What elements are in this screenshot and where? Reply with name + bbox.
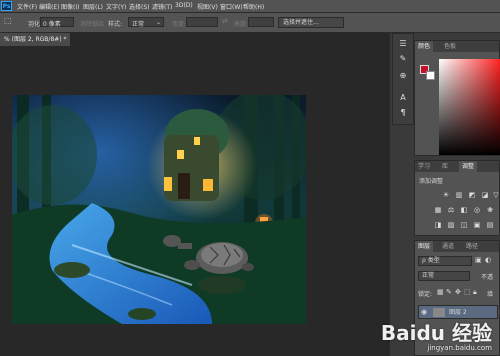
marquee-tool-icon[interactable]: ⬚ <box>4 16 12 25</box>
canvas-image[interactable] <box>12 95 306 324</box>
hue-saturation-icon[interactable]: ▦ <box>433 206 443 215</box>
gradient-map-icon[interactable]: ▤ <box>485 221 495 230</box>
menu-layer[interactable]: 图层(L) <box>83 2 103 11</box>
lock-brush-icon[interactable]: ✎ <box>446 288 452 296</box>
menu-file[interactable]: 文件(F) <box>17 2 37 11</box>
tab-learn[interactable]: 学习 <box>415 161 433 172</box>
lock-label: 锁定: <box>418 291 433 298</box>
visibility-eye-icon[interactable]: ◉ <box>421 308 427 316</box>
posterize-icon[interactable]: ▨ <box>446 221 456 230</box>
vibrance-icon[interactable]: ▽ <box>491 191 500 200</box>
style-dropdown[interactable]: 正常 ⌄ <box>128 17 164 28</box>
layer-thumbnail <box>433 308 445 317</box>
antialias-checkbox[interactable]: 消除锯齿 <box>80 19 104 28</box>
curves-icon[interactable]: ◩ <box>467 191 477 200</box>
tab-layers[interactable]: 图层 <box>415 241 434 252</box>
tab-paths[interactable]: 路径 <box>463 241 481 252</box>
lock-position-icon[interactable]: ✥ <box>455 288 461 296</box>
lock-artboard-icon[interactable]: ⬚ <box>464 288 471 296</box>
height-label: 高度: <box>234 21 249 28</box>
blend-mode-dropdown[interactable]: 正常 <box>418 271 470 281</box>
layer-kind-label: ρ 类型 <box>422 257 440 264</box>
layer-name: 图层 2 <box>449 309 467 316</box>
menu-help[interactable]: 帮助(H) <box>243 2 264 11</box>
menu-bar: Ps 文件(F) 编辑(E) 图像(I) 图层(L) 文字(Y) 选择(S) 滤… <box>0 0 500 13</box>
paragraph-icon[interactable]: ¶ <box>396 107 410 119</box>
character-icon[interactable]: A <box>396 92 410 104</box>
swap-icon[interactable]: ⇄ <box>222 17 228 25</box>
clone-source-icon[interactable]: ⊕ <box>396 70 410 82</box>
layer-row-selected[interactable]: ◉ 图层 2 <box>418 305 498 319</box>
background-color-swatch[interactable] <box>426 71 435 80</box>
fill-label: 填 <box>487 291 494 298</box>
menu-select[interactable]: 选择(S) <box>129 2 150 11</box>
menu-filter[interactable]: 滤镜(T) <box>152 2 172 11</box>
height-input[interactable] <box>248 17 274 27</box>
history-icon[interactable]: ☰ <box>396 38 410 50</box>
color-balance-icon[interactable]: ⚖ <box>446 206 456 215</box>
levels-icon[interactable]: ▥ <box>454 191 464 200</box>
document-tab-label: % (图层 2, RGB/8#) * <box>4 36 67 43</box>
baidu-jingyan-logo: Baidu 经验 <box>380 321 492 345</box>
menu-3d[interactable]: 3D(D) <box>175 2 193 9</box>
feather-input[interactable]: 0 像素 <box>40 17 74 28</box>
width-input[interactable] <box>186 17 218 27</box>
photoshop-logo: Ps <box>1 1 12 11</box>
watermark-url: jingyan.baidu.com <box>427 344 492 352</box>
photo-filter-icon[interactable]: ◎ <box>472 206 482 215</box>
tab-libraries[interactable]: 库 <box>439 161 451 172</box>
selective-color-icon[interactable]: ▣ <box>472 221 482 230</box>
layer-kind-filter[interactable]: ρ 类型 <box>418 256 472 266</box>
channel-mixer-icon[interactable]: ❀ <box>485 206 495 215</box>
select-and-mask-button[interactable]: 选择并遮住... <box>278 17 344 28</box>
brightness-icon[interactable]: ☀ <box>441 191 451 200</box>
lock-all-icon[interactable]: 🔒︎ <box>473 288 477 297</box>
baidu-watermark: Baidu 经验 jingyan.baidu.com <box>381 322 492 352</box>
color-panel: 颜色 色板 <box>414 40 500 156</box>
brush-settings-icon[interactable]: ✎ <box>396 53 410 65</box>
lock-pixels-icon[interactable]: ▦ <box>437 288 444 296</box>
filter-image-icon[interactable]: ▣ <box>475 256 482 264</box>
black-white-icon[interactable]: ◧ <box>459 206 469 215</box>
tab-adjustments[interactable]: 调整 <box>459 161 478 172</box>
threshold-icon[interactable]: ◫ <box>459 221 469 230</box>
menu-edit[interactable]: 编辑(E) <box>39 2 59 11</box>
fantasy-forest-image <box>12 95 306 324</box>
invert-icon[interactable]: ◨ <box>433 221 443 230</box>
panel-tool-strip: ☰ ✎ ⊕ A ¶ <box>392 33 414 125</box>
opacity-label: 不透 <box>481 274 494 281</box>
menu-type[interactable]: 文字(Y) <box>106 2 126 11</box>
menu-window[interactable]: 窗口(W) <box>220 2 243 11</box>
adjustments-panel: 学习 库 调整 添加调整 ☀ ▥ ◩ ◪ ▽ ▦ ⚖ ◧ ◎ ❀ ◨ ▨ ◫ ▣… <box>414 160 500 236</box>
exposure-icon[interactable]: ◪ <box>480 191 490 200</box>
tab-swatches[interactable]: 色板 <box>441 41 459 52</box>
tab-color[interactable]: 颜色 <box>415 41 434 52</box>
style-value: 正常 <box>132 21 145 28</box>
tab-channels[interactable]: 通道 <box>439 241 457 252</box>
options-bar: ⬚ 羽化: 0 像素 消除锯齿 样式: 正常 ⌄ 宽度: ⇄ 高度: 选择并遮住… <box>0 13 500 33</box>
blend-mode-value: 正常 <box>422 272 435 279</box>
width-label: 宽度: <box>172 21 187 28</box>
add-adjustment-title: 添加调整 <box>419 178 444 185</box>
style-label: 样式: <box>108 21 123 28</box>
chevron-down-icon: ⌄ <box>155 19 161 26</box>
color-picker-field[interactable] <box>439 59 500 155</box>
filter-adjust-icon[interactable]: ◐ <box>485 256 491 264</box>
document-tab[interactable]: % (图层 2, RGB/8#) * <box>0 33 70 46</box>
menu-view[interactable]: 视图(V) <box>197 2 218 11</box>
feather-value: 0 像素 <box>43 21 61 28</box>
menu-image[interactable]: 图像(I) <box>61 2 79 11</box>
